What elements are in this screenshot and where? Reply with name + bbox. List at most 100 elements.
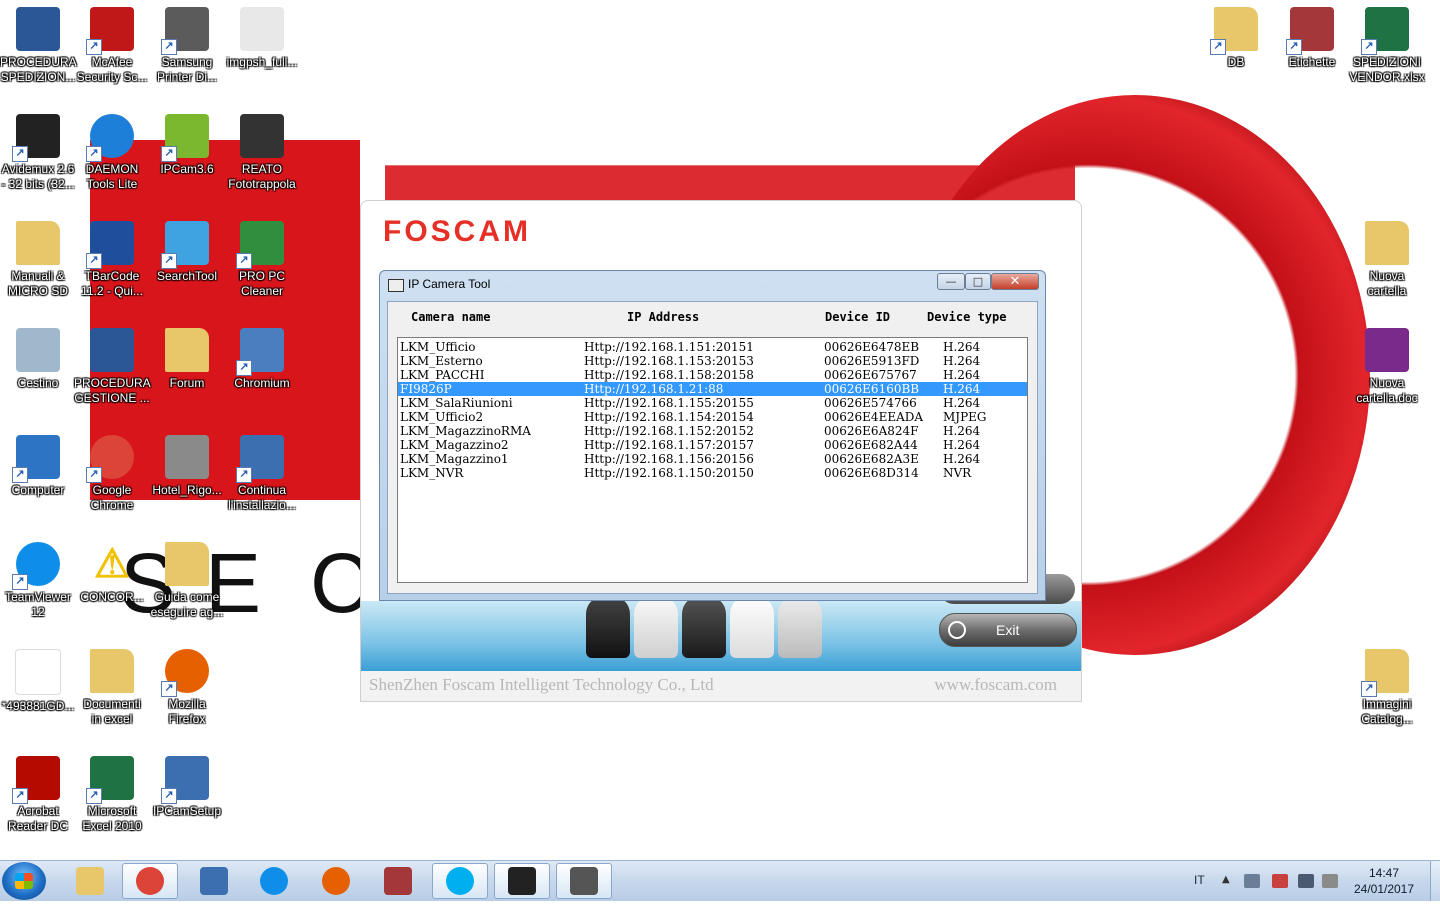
ip-address-cell: Http://192.168.1.156:20156 [584,452,754,466]
image-file-icon [240,7,284,51]
folder-icon [1365,221,1409,265]
desktop-icon[interactable]: Documenti in excel [74,647,150,727]
desktop-icon[interactable]: Forum [149,326,225,391]
chrome-icon [136,867,164,895]
desktop-icon[interactable]: ↗ IPCamSetup [149,754,225,819]
desktop-icon-label: Forum [169,376,205,390]
clock[interactable]: 14:47 24/01/2017 [1344,865,1424,897]
ip-address-cell: Http://192.168.1.153:20153 [584,354,754,368]
taskbar-button[interactable] [556,863,612,899]
shortcut-arrow-icon: ↗ [12,574,28,590]
device-type-cell: H.264 [943,396,981,410]
desktop-icon[interactable]: Guida come eseguire ag... [149,540,225,620]
taskbar-button[interactable] [308,863,364,899]
tray-volume-icon[interactable] [1322,874,1338,888]
tray-action-center-icon[interactable] [1272,874,1288,888]
desktop-icon[interactable]: ↗ Immagini Catalog... [1349,647,1425,727]
start-button[interactable] [2,862,46,900]
exit-button[interactable]: Exit [939,613,1077,647]
desktop-icon[interactable]: ↗ SearchTool [149,219,225,284]
desktop-icon[interactable]: PROCEDURA GESTIONE ... [74,326,151,406]
desktop-icon[interactable]: ↗ SPEDIZIONI VENDOR.xlsx [1349,5,1425,85]
taskbar-button[interactable] [370,863,426,899]
column-header-device-type[interactable]: Device type [927,310,1006,324]
column-headers: Camera name IP Address Device ID Device … [388,308,1037,326]
taskbar-button[interactable] [246,863,302,899]
desktop-icon[interactable]: Cestino [0,326,76,391]
show-hidden-icons-arrow-icon[interactable]: ▲ [1222,874,1238,888]
shortcut-arrow-icon: ↗ [1210,39,1226,55]
close-button[interactable]: ✕ [991,273,1039,290]
shortcut-arrow-icon: ↗ [86,788,102,804]
camera-app-icon [388,279,404,292]
desktop-icon[interactable]: ↗ TeamViewer 12 [0,540,76,620]
desktop-icon[interactable]: REATO Fototrappola [224,112,300,192]
desktop-icon[interactable]: ↗ TBarCode 11.2 - Qui... [74,219,150,299]
desktop-icon[interactable]: ↗ Continua l'installazio... [224,433,300,513]
camera-row[interactable]: LKM_Ufficio Http://192.168.1.151:20151 006… [398,340,1027,354]
device-id-cell: 00626E6160BB [824,382,920,396]
desktop-icon[interactable]: ↗ McAfee Security Sc... [74,5,150,85]
column-header-camera-name[interactable]: Camera name [411,310,490,324]
desktop-icon-label: PRO PC Cleaner [238,269,285,298]
camera-row-selected[interactable]: FI9826P Http://192.168.1.21:88 00626E6160B… [398,382,1027,396]
camera-row[interactable]: LKM_Esterno Http://192.168.1.153:20153 006… [398,354,1027,368]
desktop-icon[interactable]: ↗ Microsoft Excel 2010 [74,754,150,834]
camera-name-cell: LKM_MagazzinoRMA [400,424,531,438]
desktop-icon[interactable]: ↗ Chromium [224,326,300,391]
device-id-cell: 00626E4EEADA [824,410,924,424]
tray-network-icon[interactable] [1298,874,1314,888]
desktop-icon[interactable]: ↗ Etichette [1274,5,1350,70]
camera-row[interactable]: LKM_Magazzino2 Http://192.168.1.157:20157… [398,438,1027,452]
desktop-icon[interactable]: imgpsh_full... [224,5,300,70]
exit-button-label: Exit [996,622,1020,638]
camera-row[interactable]: LKM_Magazzino1 Http://192.168.1.156:20156… [398,452,1027,466]
camera-row[interactable]: LKM_Ufficio2 Http://192.168.1.154:20154 00… [398,410,1027,424]
clock-time: 14:47 [1368,866,1400,880]
language-indicator[interactable]: IT [1194,873,1205,913]
desktop-icon-label: CONCOR... [80,590,144,604]
desktop-icon[interactable]: *493881GD... [0,647,76,714]
window-titlebar[interactable]: IP Camera Tool — □ ✕ [380,271,1045,299]
minimize-button[interactable]: — [937,273,965,290]
desktop-icon-label: Acrobat Reader DC [7,804,69,833]
camera-row[interactable]: LKM_SalaRiunioni Http://192.168.1.155:201… [398,396,1027,410]
taskbar-button[interactable] [122,863,178,899]
photo-thumbnail-icon [240,114,284,158]
desktop-icon[interactable]: ↗ Acrobat Reader DC [0,754,76,834]
desktop-icon[interactable]: ↗ IPCam3.6 [149,112,225,177]
show-desktop-button[interactable] [1430,861,1440,901]
desktop-icon[interactable]: ↗ DAEMON Tools Lite [74,112,150,192]
taskbar-button[interactable] [494,863,550,899]
taskbar-button[interactable] [62,863,118,899]
column-header-device-id[interactable]: Device ID [825,310,890,324]
desktop-icon[interactable]: ↗ Mozilla Firefox [149,647,225,727]
taskbar-button[interactable] [186,863,242,899]
maximize-button[interactable]: □ [965,273,991,290]
camera-row[interactable]: LKM_NVR Http://192.168.1.150:20150 00626E6… [398,466,1027,480]
camera-list[interactable]: LKM_Ufficio Http://192.168.1.151:20151 006… [397,337,1028,583]
desktop-icon[interactable]: Nuova cartella [1349,219,1425,299]
camera-row[interactable]: LKM_MagazzinoRMA Http://192.168.1.152:201… [398,424,1027,438]
desktop-icon[interactable]: ↗ Samsung Printer Di... [149,5,225,85]
desktop-icon-label: Avidemux 2.6 - 32 bits (32... [1,162,75,191]
column-header-ip-address[interactable]: IP Address [627,310,699,324]
desktop-icon[interactable]: ⚠ CONCOR... [74,540,150,605]
camera-product-image [586,596,826,666]
desktop-icon[interactable]: PROCEDURA SPEDIZION... [0,5,77,85]
desktop-icon[interactable]: ↗ DB [1198,5,1274,70]
taskbar-button[interactable] [432,863,488,899]
desktop-icon[interactable]: Nuova cartella.doc [1349,326,1425,406]
camera-row[interactable]: LKM_PACCHI Http://192.168.1.158:20158 0062… [398,368,1027,382]
desktop-icon[interactable]: ↗ Computer [0,433,76,498]
tray-app-icon[interactable] [1244,874,1260,888]
device-type-cell: H.264 [943,424,981,438]
desktop-icon[interactable]: Hotel_Rigo... [149,433,225,498]
shortcut-arrow-icon: ↗ [86,146,102,162]
desktop-icon[interactable]: ↗ Google Chrome [74,433,150,513]
desktop-icon[interactable]: ↗ Avidemux 2.6 - 32 bits (32... [0,112,76,192]
desktop-icon[interactable]: Manuali & MICRO SD [0,219,76,299]
desktop-icon[interactable]: ↗ PRO PC Cleaner [224,219,300,299]
desktop-icon-label: Nuova cartella [1367,269,1407,298]
device-type-cell: H.264 [943,354,981,368]
